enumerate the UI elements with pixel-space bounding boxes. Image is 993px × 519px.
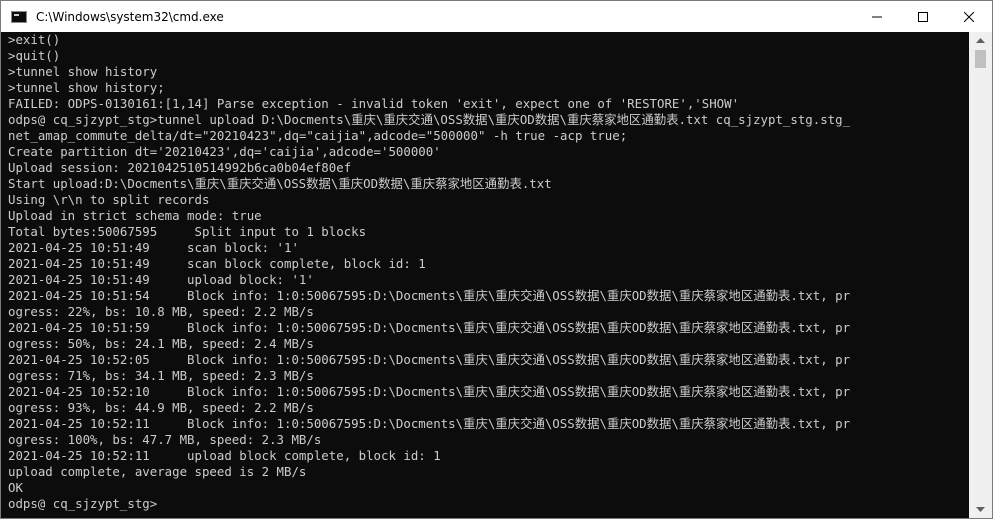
console-line: 2021-04-25 10:52:05 Block info: 1:0:5006… (8, 352, 851, 367)
console-lines: >exit() >quit() >tunnel show history >tunne… (8, 32, 850, 512)
console-line: upload complete, average speed is 2 MB/s (8, 464, 307, 479)
title-bar[interactable]: C:\Windows\system32\cmd.exe (1, 1, 992, 32)
arrow-up-icon (976, 38, 985, 43)
console-line: FAILED: ODPS-0130161:[1,14] Parse except… (8, 96, 740, 111)
console-line: Upload session: 2021042510514992b6ca0b04… (8, 160, 352, 175)
minimize-icon (872, 16, 882, 17)
console-line: >exit() (8, 32, 61, 47)
window-controls (854, 1, 992, 32)
console-line: Start upload:D:\Docments\重庆\重庆交通\OSS数据\重… (8, 176, 552, 191)
console-line: 2021-04-25 10:51:54 Block info: 1:0:5006… (8, 288, 851, 303)
cmd-app-icon[interactable] (11, 10, 27, 23)
console-line: Total bytes:50067595 Split input to 1 bl… (8, 224, 367, 239)
console-line: >tunnel show history; (8, 80, 165, 95)
console-line: ogress: 71%, bs: 34.1 MB, speed: 2.3 MB/… (8, 368, 314, 383)
console-line: 2021-04-25 10:51:49 scan block complete,… (8, 256, 426, 271)
scroll-up-button[interactable] (969, 32, 992, 49)
console-line: 2021-04-25 10:51:49 scan block: '1' (8, 240, 299, 255)
vertical-scrollbar[interactable] (969, 32, 992, 518)
console-line: ogress: 100%, bs: 47.7 MB, speed: 2.3 MB… (8, 432, 322, 447)
console-line: >quit() (8, 48, 61, 63)
console-line: 2021-04-25 10:51:59 Block info: 1:0:5006… (8, 320, 851, 335)
console-line: 2021-04-25 10:52:11 upload block complet… (8, 448, 441, 463)
console-line: ogress: 93%, bs: 44.9 MB, speed: 2.2 MB/… (8, 400, 314, 415)
close-button[interactable] (946, 1, 992, 32)
close-icon (964, 11, 974, 22)
console-line: Using \r\n to split records (8, 192, 210, 207)
maximize-icon (918, 11, 928, 22)
console-line: odps@ cq_sjzypt_stg>tunnel upload D:\Doc… (8, 112, 851, 127)
console-line: net_amap_commute_delta/dt="20210423",dq=… (8, 128, 628, 143)
console-line: Create partition dt='20210423',dq='caiji… (8, 144, 441, 159)
maximize-button[interactable] (900, 1, 946, 32)
console-line: 2021-04-25 10:51:49 upload block: '1' (8, 272, 314, 287)
window-title: C:\Windows\system32\cmd.exe (36, 9, 224, 24)
console-output[interactable]: >exit() >quit() >tunnel show history >tunne… (1, 32, 969, 518)
minimize-button[interactable] (854, 1, 900, 32)
cmd-window: C:\Windows\system32\cmd.exe >exit()>qui (0, 0, 993, 519)
console-line: >tunnel show history (8, 64, 158, 79)
console-line: Upload in strict schema mode: true (8, 208, 262, 223)
scroll-down-button[interactable] (969, 501, 992, 518)
console-line: odps@ cq_sjzypt_stg> (8, 496, 158, 511)
scrollbar-thumb[interactable] (975, 50, 986, 68)
console-line: ogress: 22%, bs: 10.8 MB, speed: 2.2 MB/… (8, 304, 314, 319)
arrow-down-icon (976, 507, 985, 512)
console-line: 2021-04-25 10:52:11 Block info: 1:0:5006… (8, 416, 851, 431)
console-line: ogress: 50%, bs: 24.1 MB, speed: 2.4 MB/… (8, 336, 314, 351)
console-line: OK (8, 480, 23, 495)
console-line: 2021-04-25 10:52:10 Block info: 1:0:5006… (8, 384, 851, 399)
